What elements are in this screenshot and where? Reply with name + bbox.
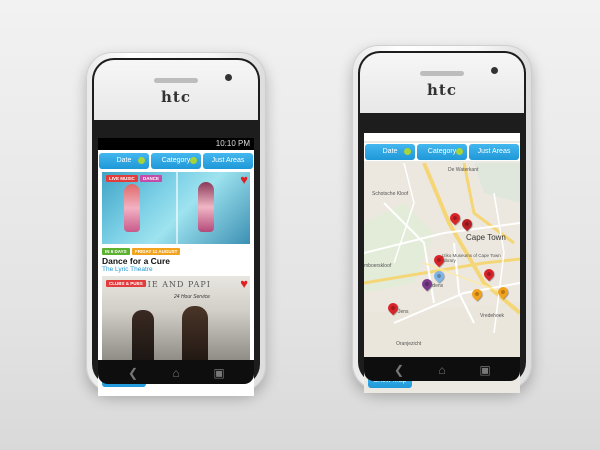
map-label-de-waterkant: De Waterkant <box>448 167 479 173</box>
map-label-city: Cape Town <box>466 233 506 242</box>
map-label-vredehoek: Vredehoek <box>480 313 504 319</box>
category-filter-button[interactable]: Category <box>151 153 201 169</box>
left-phone-top: htc <box>94 60 258 120</box>
map-view[interactable]: De Waterkant Schotsche Kloof Cape Town I… <box>364 163 520 363</box>
right-phone: htc Date Category Just Areas De Waterkan… <box>352 45 532 393</box>
right-screen: Date Category Just Areas De Waterkant Sc… <box>364 133 520 393</box>
android-nav-bar: ❮ ⌂ ▣ <box>98 360 254 384</box>
event-venue: The Lyric Theatre <box>102 266 153 273</box>
status-time: 10:10 PM <box>215 139 250 148</box>
person-left <box>132 310 154 362</box>
date-filter-button[interactable]: Date <box>99 153 149 169</box>
map-label-museum: Iziko Museums of Cape Town Library <box>442 253 501 263</box>
just-areas-filter-button[interactable]: Just Areas <box>203 153 253 169</box>
event-title[interactable]: Dance for a Cure <box>102 256 170 266</box>
date-badge: FRIDAY 11 AUGUST <box>132 248 181 255</box>
camera-icon <box>225 74 232 81</box>
favorite-heart-icon[interactable]: ♥ <box>240 277 248 290</box>
just-areas-filter-button[interactable]: Just Areas <box>469 144 519 160</box>
map-label-jens: Jens <box>398 309 409 315</box>
recent-apps-icon[interactable]: ▣ <box>212 366 226 380</box>
camera-icon <box>491 67 498 74</box>
event-photo: EDDIE AND PAPI 24 Hour Service CLUBS & P… <box>102 276 250 362</box>
home-icon[interactable]: ⌂ <box>169 366 183 380</box>
status-bar: 10:10 PM <box>98 138 254 150</box>
filter-bar: Date Category Just Areas <box>364 143 520 161</box>
recent-apps-icon[interactable]: ▣ <box>478 363 492 377</box>
dancer-right <box>198 182 214 232</box>
speaker-grille <box>420 71 464 76</box>
active-dot-icon <box>190 157 197 164</box>
category-filter-button[interactable]: Category <box>417 144 467 160</box>
active-dot-icon <box>404 148 411 155</box>
home-icon[interactable]: ⌂ <box>435 363 449 377</box>
filter-bar: Date Category Just Areas <box>98 152 254 170</box>
speaker-grille <box>154 78 198 83</box>
event-card[interactable]: EDDIE AND PAPI 24 Hour Service CLUBS & P… <box>102 276 250 366</box>
back-icon[interactable]: ❮ <box>126 366 140 380</box>
back-icon[interactable]: ❮ <box>392 363 406 377</box>
status-bar <box>364 133 520 141</box>
right-phone-top: htc <box>360 53 524 113</box>
active-dot-icon <box>138 157 145 164</box>
dancer-left <box>124 184 140 232</box>
favorite-heart-icon[interactable]: ♥ <box>240 173 248 186</box>
poster-subtext: 24 Hour Service <box>174 294 210 300</box>
brand-logo: htc <box>427 81 457 99</box>
photo-divider <box>176 172 178 244</box>
map-label-tamboerskloof: mboerskloof <box>364 263 392 269</box>
event-card[interactable]: LIVE MUSIC DANCE ♥ IN 6 DAYS FRIDAY 11 A… <box>102 172 250 273</box>
live-music-tag: LIVE MUSIC <box>106 175 138 182</box>
dance-tag: DANCE <box>140 175 163 182</box>
date-filter-button[interactable]: Date <box>365 144 415 160</box>
days-badge: IN 6 DAYS <box>102 248 130 255</box>
clubs-pubs-tag: CLUBS & PUBS <box>106 280 146 287</box>
brand-logo: htc <box>161 88 191 106</box>
active-dot-icon <box>456 148 463 155</box>
left-phone: htc 10:10 PM Date Category Just Areas LI… <box>86 52 266 396</box>
map-label-schotsche-kloof: Schotsche Kloof <box>372 191 409 197</box>
map-label-oranjezicht: Oranjezicht <box>396 341 422 347</box>
left-screen: 10:10 PM Date Category Just Areas LIVE M… <box>98 138 254 396</box>
person-right <box>182 306 208 362</box>
event-photo: LIVE MUSIC DANCE ♥ <box>102 172 250 244</box>
android-nav-bar: ❮ ⌂ ▣ <box>364 357 520 381</box>
